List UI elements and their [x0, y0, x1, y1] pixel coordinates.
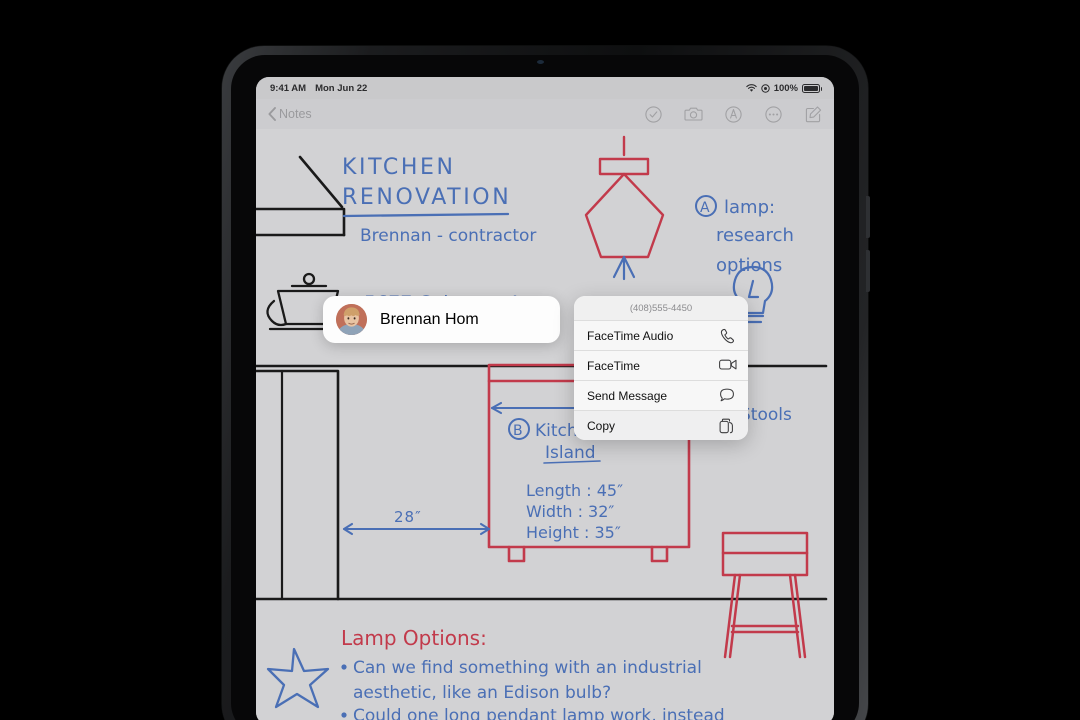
contact-preview-card[interactable]: Brennan Hom — [323, 296, 560, 343]
ipad-screen: 9:41 AM Mon Jun 22 100% Notes 28″ KITCHE… — [256, 77, 834, 720]
markup-icon[interactable] — [725, 105, 742, 123]
svg-text:KITCHEN: KITCHEN — [342, 155, 456, 180]
camera-icon[interactable] — [684, 106, 703, 123]
menu-item-label: Copy — [587, 418, 616, 433]
svg-text:Length : 45″: Length : 45″ — [526, 481, 623, 500]
svg-text:research: research — [716, 225, 794, 246]
front-camera-icon — [537, 60, 544, 64]
note-toolbar — [645, 105, 822, 123]
svg-text:Lamp Options:: Lamp Options: — [341, 626, 487, 650]
svg-text:B: B — [513, 423, 523, 439]
svg-text:options: options — [716, 255, 782, 276]
svg-text:28″: 28″ — [394, 508, 422, 526]
checklist-icon[interactable] — [645, 105, 662, 123]
menu-item-label: FaceTime Audio — [587, 328, 674, 343]
svg-text:Can we find something with an: Can we find something with an industrial — [353, 658, 702, 678]
status-bar-right: 100% — [745, 82, 822, 94]
svg-text:Width : 32″: Width : 32″ — [526, 502, 614, 521]
message-bubble-icon — [719, 388, 735, 404]
navigation-bar: Notes — [256, 99, 834, 129]
location-services-icon — [760, 83, 770, 93]
menu-item-label: FaceTime — [587, 358, 640, 373]
video-camera-icon — [719, 358, 737, 374]
menu-item-facetime-audio[interactable]: FaceTime Audio — [574, 320, 748, 350]
compose-icon[interactable] — [805, 105, 822, 123]
status-time: 9:41 AM — [270, 82, 307, 94]
back-to-notes-button[interactable]: Notes — [268, 107, 312, 121]
menu-item-copy[interactable]: Copy — [574, 410, 748, 440]
phone-icon — [719, 328, 735, 344]
status-date: Mon Jun 22 — [315, 82, 368, 94]
svg-text:Height : 35″: Height : 35″ — [526, 523, 621, 542]
contact-avatar — [336, 304, 367, 335]
svg-text:RENOVATION: RENOVATION — [342, 185, 511, 210]
menu-item-send-message[interactable]: Send Message — [574, 380, 748, 410]
svg-text:lamp:: lamp: — [724, 197, 775, 218]
battery-full-icon — [802, 83, 822, 93]
status-bar-left: 9:41 AM Mon Jun 22 — [270, 83, 367, 94]
svg-text:Could one long pendant lamp wo: Could one long pendant lamp work, instea… — [353, 706, 725, 720]
battery-percent: 100% — [773, 82, 798, 94]
menu-item-label: Send Message — [587, 388, 668, 403]
contact-name: Brennan Hom — [380, 310, 479, 328]
svg-text:A: A — [700, 200, 710, 216]
volume-down-button[interactable] — [866, 250, 870, 292]
back-label: Notes — [279, 107, 312, 121]
screenshot-root: 9:41 AM Mon Jun 22 100% Notes 28″ KITCHE… — [0, 0, 1080, 720]
volume-up-button[interactable] — [866, 196, 870, 238]
copy-icon — [719, 418, 735, 434]
chevron-left-icon — [268, 107, 276, 121]
svg-text:Brennan - contractor: Brennan - contractor — [360, 226, 536, 246]
status-bar: 9:41 AM Mon Jun 22 100% — [256, 77, 834, 99]
contact-action-menu[interactable]: (408)555-4450 FaceTime Audio FaceTime Se… — [574, 296, 748, 440]
menu-item-facetime[interactable]: FaceTime — [574, 350, 748, 380]
menu-phone-number: (408)555-4450 — [574, 296, 748, 320]
svg-text:Island: Island — [545, 443, 596, 463]
note-canvas[interactable]: .hw { font-family:"DejaVu Sans", sans-se… — [256, 129, 834, 720]
svg-text:aesthetic, like an Edison bulb: aesthetic, like an Edison bulb? — [353, 683, 611, 703]
wifi-icon — [745, 83, 757, 93]
more-icon[interactable] — [765, 105, 782, 123]
